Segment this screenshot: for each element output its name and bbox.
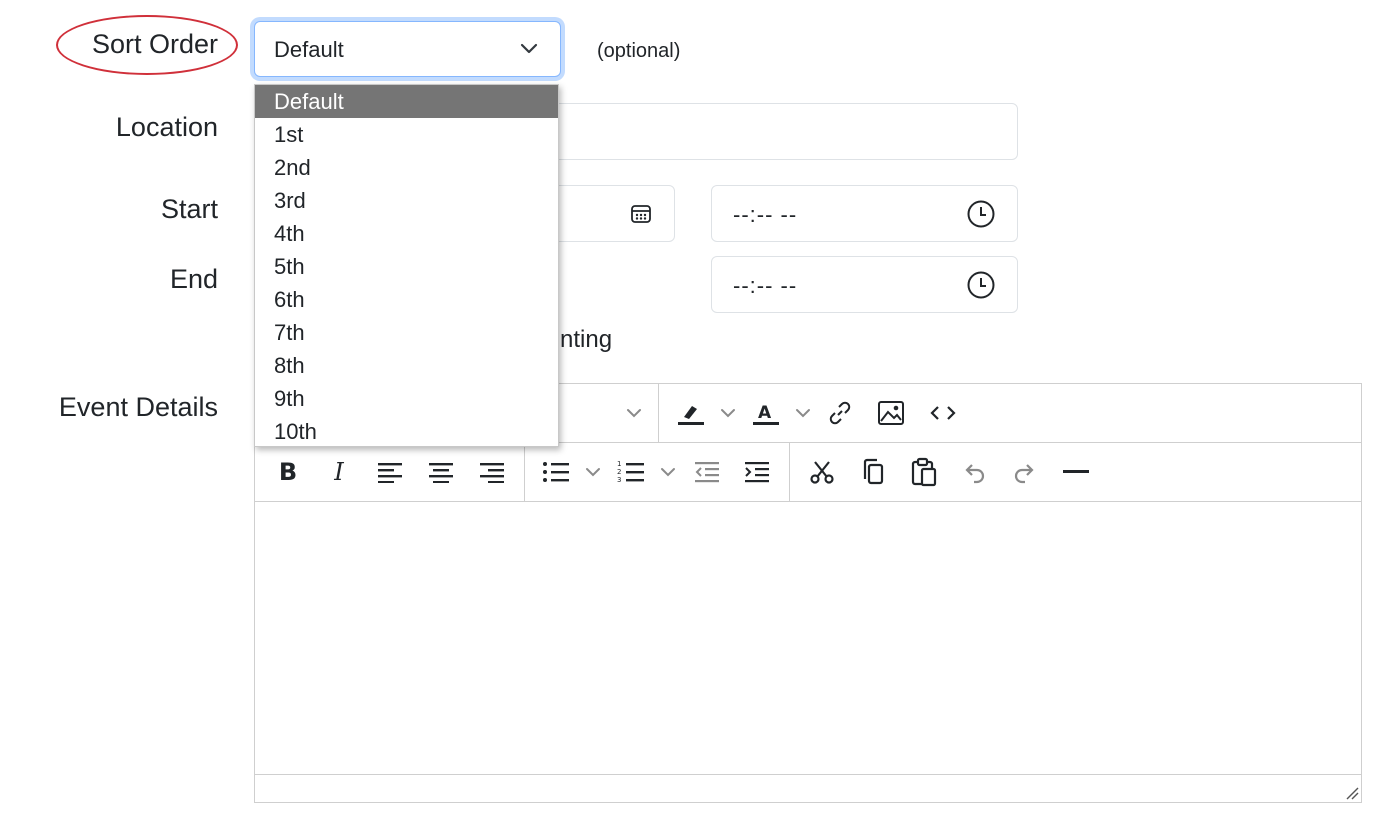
- editor-statusbar: [255, 774, 1361, 802]
- cut-icon[interactable]: [806, 456, 838, 488]
- redo-icon[interactable]: [1009, 456, 1041, 488]
- horizontal-rule-icon[interactable]: [1060, 456, 1092, 488]
- sort-order-option[interactable]: 9th: [255, 382, 558, 415]
- optional-hint: (optional): [597, 40, 681, 62]
- chevron-down-icon[interactable]: [652, 456, 684, 488]
- sort-order-option[interactable]: 5th: [255, 250, 558, 283]
- bold-icon[interactable]: B: [272, 456, 304, 488]
- sort-order-option[interactable]: 6th: [255, 283, 558, 316]
- sort-order-selected-value: Default: [274, 37, 344, 62]
- align-right-icon[interactable]: [476, 456, 508, 488]
- end-label: End: [169, 264, 218, 294]
- svg-text:2: 2: [617, 468, 621, 476]
- end-time-value: --:-- --: [733, 273, 798, 298]
- align-left-icon[interactable]: [374, 456, 406, 488]
- svg-text:1: 1: [617, 460, 621, 468]
- svg-text:3: 3: [617, 476, 621, 484]
- toolbar-separator: [789, 443, 790, 501]
- link-icon[interactable]: [824, 397, 856, 429]
- resize-handle-icon[interactable]: [1345, 786, 1359, 800]
- toolbar-separator: [524, 443, 525, 501]
- indent-icon[interactable]: [741, 456, 773, 488]
- start-time-input[interactable]: --:-- --: [711, 185, 1018, 242]
- highlight-icon[interactable]: [674, 397, 706, 429]
- start-label: Start: [160, 194, 218, 224]
- clock-icon[interactable]: [966, 270, 996, 300]
- undo-icon[interactable]: [958, 456, 990, 488]
- image-icon[interactable]: [875, 397, 907, 429]
- sort-order-option[interactable]: 1st: [255, 118, 558, 151]
- bullet-list-icon[interactable]: [540, 456, 572, 488]
- sort-order-select[interactable]: Default: [254, 21, 561, 77]
- numbered-list-icon[interactable]: 1 2 3: [615, 456, 647, 488]
- sort-order-option[interactable]: Default: [255, 85, 558, 118]
- toolbar-separator: [658, 384, 659, 442]
- calendar-icon[interactable]: [630, 203, 652, 225]
- chevron-down-icon[interactable]: [618, 397, 650, 429]
- chevron-down-icon[interactable]: [712, 397, 744, 429]
- sort-order-option[interactable]: 7th: [255, 316, 558, 349]
- chevron-down-icon[interactable]: [577, 456, 609, 488]
- align-center-icon[interactable]: [425, 456, 457, 488]
- chevron-down-icon[interactable]: [787, 397, 819, 429]
- code-icon[interactable]: [927, 397, 959, 429]
- paste-icon[interactable]: [908, 456, 940, 488]
- svg-text:A: A: [758, 403, 772, 423]
- sort-order-option[interactable]: 4th: [255, 217, 558, 250]
- editor-toolbar-row-2: B I 1 2 3: [255, 443, 1361, 502]
- outdent-icon[interactable]: [691, 456, 723, 488]
- sort-order-option[interactable]: 3rd: [255, 184, 558, 217]
- sort-order-dropdown-list: Default 1st 2nd 3rd 4th 5th 6th 7th 8th 9th 10th: [254, 84, 559, 447]
- end-time-input[interactable]: --:-- --: [711, 256, 1018, 313]
- italic-icon[interactable]: I: [323, 456, 355, 488]
- clock-icon[interactable]: [966, 199, 996, 229]
- location-label: Location: [115, 112, 218, 142]
- chevron-down-icon: [520, 43, 538, 54]
- checkbox-label-partial: nting: [560, 326, 613, 353]
- event-details-label: Event Details: [58, 392, 218, 422]
- start-time-value: --:-- --: [733, 202, 798, 227]
- sort-order-option[interactable]: 2nd: [255, 151, 558, 184]
- sort-order-option[interactable]: 8th: [255, 349, 558, 382]
- annotation-ellipse: [56, 15, 238, 75]
- sort-order-option[interactable]: 10th: [255, 415, 558, 448]
- copy-icon[interactable]: [857, 456, 889, 488]
- font-color-icon[interactable]: A: [749, 397, 781, 429]
